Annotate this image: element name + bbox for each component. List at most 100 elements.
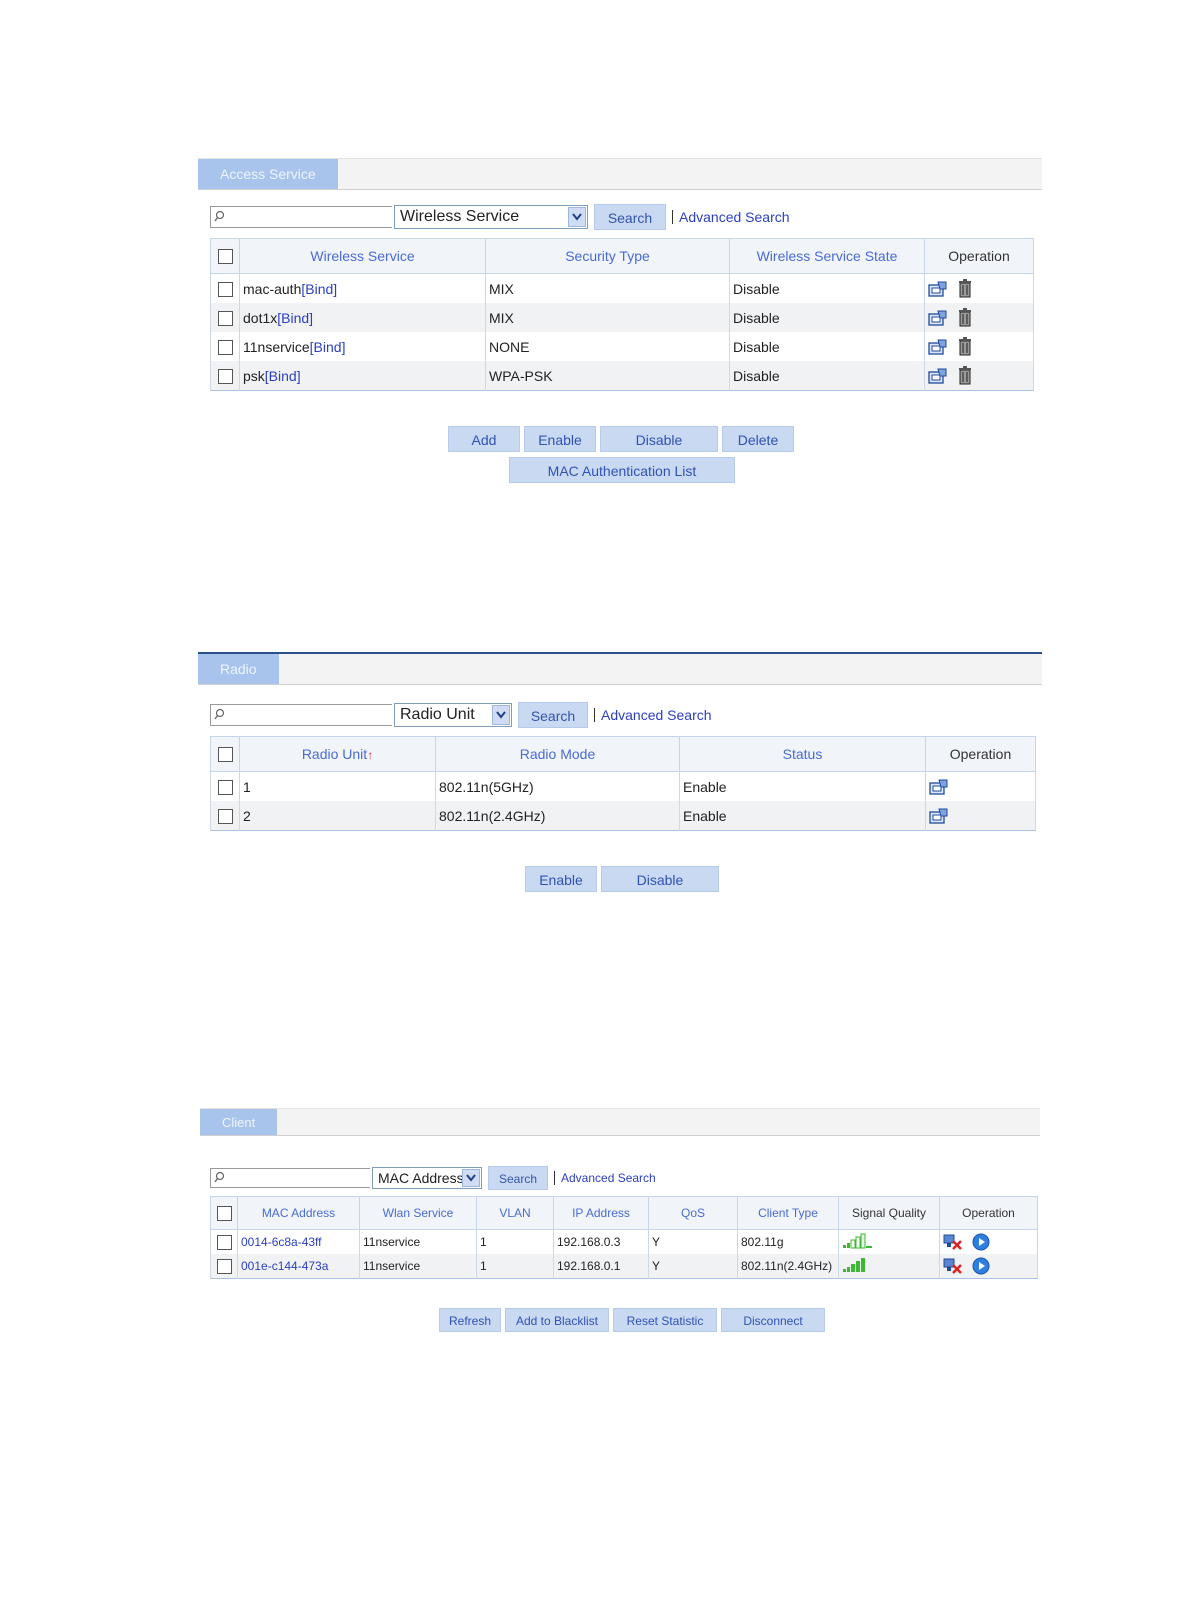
chevron-down-icon[interactable]	[462, 1169, 480, 1187]
search-input[interactable]	[229, 1171, 368, 1187]
client-actions: Refresh Add to Blacklist Reset Statistic…	[439, 1308, 829, 1332]
operation-cell	[924, 273, 1034, 303]
edit-icon[interactable]	[928, 367, 948, 385]
client-type: 802.11n(2.4GHz)	[737, 1254, 839, 1279]
play-icon[interactable]	[972, 1233, 990, 1251]
trash-icon[interactable]	[958, 366, 972, 385]
search-field[interactable]	[210, 704, 392, 726]
search-field[interactable]	[210, 1168, 370, 1188]
bind-link[interactable]: [Bind]	[277, 310, 313, 326]
radio-mode: 802.11n(2.4GHz)	[435, 801, 680, 831]
edit-icon[interactable]	[928, 338, 948, 356]
add-button[interactable]: Add	[448, 426, 520, 452]
col-security-type[interactable]: Security Type	[485, 238, 730, 274]
access-service-panel: Access Service Wireless Service Search A…	[198, 158, 1042, 498]
enable-button[interactable]: Enable	[524, 426, 596, 452]
trash-icon[interactable]	[958, 279, 972, 298]
col-wlan-service[interactable]: Wlan Service	[359, 1196, 477, 1230]
trash-icon[interactable]	[958, 308, 972, 327]
edit-icon[interactable]	[929, 778, 949, 796]
trash-icon[interactable]	[958, 337, 972, 356]
magnifier-icon	[214, 1171, 225, 1183]
select-all-cell	[210, 1196, 238, 1230]
security-type: NONE	[485, 332, 730, 361]
row-checkbox[interactable]	[216, 1234, 232, 1250]
client-tab[interactable]: Client	[200, 1109, 278, 1135]
edit-icon[interactable]	[928, 280, 948, 298]
disconnect-icon[interactable]	[943, 1257, 963, 1275]
mac-address-link[interactable]: 0014-6c8a-43ff	[237, 1229, 360, 1254]
search-field-select[interactable]: Wireless Service	[394, 205, 588, 229]
search-field-select[interactable]: Radio Unit	[394, 703, 512, 727]
row-checkbox[interactable]	[217, 368, 233, 384]
col-radio-mode[interactable]: Radio Mode	[435, 736, 680, 772]
search-input[interactable]	[229, 209, 390, 227]
bind-link[interactable]: [Bind]	[301, 281, 337, 297]
wlan-service: 11nservice	[359, 1254, 477, 1279]
select-all-cell	[210, 238, 240, 274]
magnifier-icon	[214, 708, 225, 720]
col-wireless-service[interactable]: Wireless Service	[239, 238, 486, 274]
enable-button[interactable]: Enable	[525, 866, 597, 892]
row-checkbox[interactable]	[217, 281, 233, 297]
chevron-down-icon[interactable]	[568, 207, 586, 227]
radio-tab[interactable]: Radio	[198, 654, 279, 684]
client-table: MAC Address Wlan Service VLAN IP Address…	[210, 1196, 1038, 1279]
table-row: mac-auth[Bind] MIX Disable	[210, 273, 1034, 303]
advanced-search-link[interactable]: Advanced Search	[594, 708, 712, 722]
search-button[interactable]: Search	[488, 1166, 548, 1190]
row-checkbox[interactable]	[217, 339, 233, 355]
advanced-search-link[interactable]: Advanced Search	[554, 1171, 656, 1185]
select-all-checkbox[interactable]	[216, 1205, 232, 1221]
disconnect-icon[interactable]	[943, 1233, 963, 1251]
radio-mode: 802.11n(5GHz)	[435, 771, 680, 801]
bind-link[interactable]: [Bind]	[310, 339, 346, 355]
select-all-checkbox[interactable]	[217, 747, 233, 763]
edit-icon[interactable]	[928, 309, 948, 327]
delete-button[interactable]: Delete	[722, 426, 794, 452]
reset-statistic-button[interactable]: Reset Statistic	[613, 1308, 717, 1332]
col-status[interactable]: Status	[679, 736, 926, 772]
play-icon[interactable]	[972, 1257, 990, 1275]
col-signal-quality: Signal Quality	[838, 1196, 940, 1230]
col-mac-address[interactable]: MAC Address	[237, 1196, 360, 1230]
select-all-checkbox[interactable]	[217, 249, 233, 265]
radio-unit: 2	[239, 801, 436, 831]
table-row: 1 802.11n(5GHz) Enable	[210, 771, 1036, 801]
col-wireless-service-state[interactable]: Wireless Service State	[729, 238, 925, 274]
mac-address-link[interactable]: 001e-c144-473a	[237, 1254, 360, 1279]
add-to-blacklist-button[interactable]: Add to Blacklist	[505, 1308, 609, 1332]
service-name: 11nservice	[243, 338, 310, 355]
disconnect-button[interactable]: Disconnect	[721, 1308, 825, 1332]
search-field-select-value: MAC Address	[378, 1170, 464, 1186]
table-row: 0014-6c8a-43ff 11nservice 1 192.168.0.3 …	[210, 1229, 1038, 1254]
row-checkbox[interactable]	[217, 808, 233, 824]
radio-status: Enable	[679, 801, 926, 831]
search-field[interactable]	[210, 206, 392, 228]
edit-icon[interactable]	[929, 807, 949, 825]
advanced-search-link[interactable]: Advanced Search	[672, 210, 790, 224]
search-input[interactable]	[229, 707, 390, 725]
search-button[interactable]: Search	[518, 702, 588, 728]
bind-link[interactable]: [Bind]	[265, 368, 301, 384]
client-panel: Client MAC Address Search Advanced Searc…	[200, 1108, 1040, 1348]
search-field-select[interactable]: MAC Address	[372, 1167, 482, 1189]
access-service-tab[interactable]: Access Service	[198, 159, 338, 189]
row-checkbox[interactable]	[217, 310, 233, 326]
client-type: 802.11g	[737, 1229, 839, 1254]
sort-up-icon[interactable]: ↑	[367, 748, 373, 762]
col-radio-unit[interactable]: Radio Unit↑	[239, 736, 436, 772]
row-checkbox[interactable]	[217, 779, 233, 795]
row-checkbox[interactable]	[216, 1258, 232, 1274]
col-vlan[interactable]: VLAN	[476, 1196, 554, 1230]
refresh-button[interactable]: Refresh	[439, 1308, 501, 1332]
disable-button[interactable]: Disable	[600, 426, 718, 452]
disable-button[interactable]: Disable	[601, 866, 719, 892]
signal-quality-cell	[838, 1229, 940, 1254]
chevron-down-icon[interactable]	[492, 705, 510, 725]
col-ip-address[interactable]: IP Address	[553, 1196, 649, 1230]
col-qos[interactable]: QoS	[648, 1196, 738, 1230]
mac-authentication-list-button[interactable]: MAC Authentication List	[509, 457, 735, 483]
col-client-type[interactable]: Client Type	[737, 1196, 839, 1230]
search-button[interactable]: Search	[594, 204, 666, 230]
